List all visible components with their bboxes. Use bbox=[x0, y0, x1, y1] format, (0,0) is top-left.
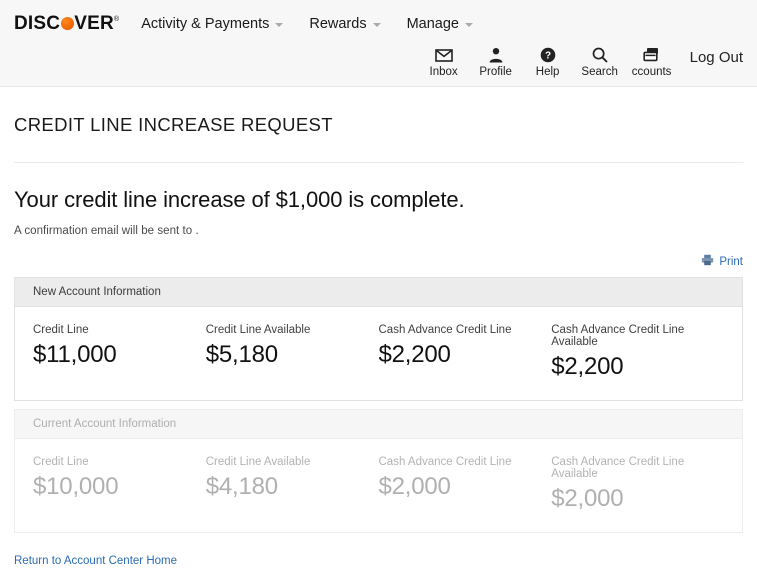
panel-new-account-information: New Account Information Credit Line $11,… bbox=[14, 277, 743, 402]
page-title: CREDIT LINE INCREASE REQUEST bbox=[14, 114, 333, 135]
field-credit-line-available: Credit Line Available $5,180 bbox=[206, 324, 379, 379]
field-label: Cash Advance Credit Line Available bbox=[551, 456, 685, 481]
field-value: $2,200 bbox=[378, 341, 451, 368]
utility-item-search[interactable]: Search bbox=[574, 46, 626, 79]
field-credit-line: Credit Line $11,000 bbox=[33, 324, 206, 379]
utility-item-label: Inbox bbox=[429, 66, 458, 78]
print-button[interactable]: Print bbox=[701, 254, 743, 269]
logo-text-before: DISC bbox=[14, 13, 61, 34]
field-label: Cash Advance Credit Line bbox=[378, 456, 512, 469]
site-header: DISC VER ® Activity & Payments Rewards M… bbox=[0, 0, 757, 87]
question-circle-icon: ? bbox=[540, 46, 556, 64]
print-label: Print bbox=[719, 255, 743, 268]
return-to-account-center-link[interactable]: Return to Account Center Home bbox=[14, 555, 177, 567]
panel-body: Credit Line $11,000 Credit Line Availabl… bbox=[15, 307, 742, 400]
chevron-down-icon bbox=[275, 22, 284, 27]
field-cash-advance-credit-line: Cash Advance Credit Line $2,000 bbox=[379, 456, 552, 511]
chevron-down-icon bbox=[464, 22, 473, 27]
field-label: Credit Line Available bbox=[205, 324, 311, 336]
utility-item-inbox[interactable]: Inbox bbox=[418, 46, 470, 79]
field-value: $2,000 bbox=[551, 485, 624, 513]
svg-text:?: ? bbox=[545, 51, 551, 62]
field-label: Credit Line Available bbox=[205, 456, 311, 469]
orange-ball-icon bbox=[60, 17, 74, 30]
utility-item-help[interactable]: ? Help bbox=[522, 46, 574, 79]
person-icon bbox=[488, 46, 504, 64]
utility-item-profile[interactable]: Profile bbox=[470, 46, 522, 79]
field-cash-advance-credit-line: Cash Advance Credit Line $2,200 bbox=[379, 324, 552, 379]
discover-logo[interactable]: DISC VER ® bbox=[14, 14, 119, 33]
field-value: $2,200 bbox=[551, 353, 624, 380]
nav-item-label: Rewards bbox=[309, 15, 367, 32]
card-stack-icon bbox=[643, 46, 660, 64]
nav-item-manage[interactable]: Manage bbox=[407, 16, 473, 32]
logout-button[interactable]: Log Out bbox=[690, 46, 743, 66]
utility-item-label: Profile bbox=[479, 66, 512, 78]
confirmation-email-prefix: A confirmation email will be sent to bbox=[14, 225, 193, 237]
logo-text-after: VER bbox=[74, 13, 114, 34]
utility-item-label: Search bbox=[581, 66, 618, 78]
print-row: Print bbox=[14, 254, 743, 269]
panel-body: Credit Line $10,000 Credit Line Availabl… bbox=[15, 439, 742, 532]
panel-current-account-information: Current Account Information Credit Line … bbox=[14, 409, 743, 534]
panel-heading: Current Account Information bbox=[15, 410, 742, 440]
utility-nav: Inbox Profile ? Help Search ccounts Log … bbox=[418, 46, 743, 79]
chevron-down-icon bbox=[372, 22, 381, 27]
field-label: Credit Line bbox=[33, 456, 89, 469]
search-icon bbox=[592, 46, 608, 64]
field-cash-advance-credit-line-available: Cash Advance Credit Line Available $2,20… bbox=[551, 324, 724, 379]
field-value: $11,000 bbox=[33, 341, 117, 368]
confirmation-email-line: A confirmation email will be sent to . bbox=[14, 225, 199, 237]
nav-item-label: Activity & Payments bbox=[141, 15, 270, 32]
field-credit-line-available: Credit Line Available $4,180 bbox=[206, 456, 379, 511]
field-value: $5,180 bbox=[205, 341, 278, 368]
utility-item-label: Help bbox=[535, 66, 560, 78]
field-value: $4,180 bbox=[205, 473, 278, 501]
page-content: CREDIT LINE INCREASE REQUEST Your credit… bbox=[0, 114, 757, 569]
utility-item-label: ccounts bbox=[631, 66, 672, 78]
confirmation-headline: Your credit line increase of $1,000 is c… bbox=[14, 187, 465, 212]
panel-heading: New Account Information bbox=[15, 278, 742, 307]
printer-icon bbox=[701, 254, 714, 269]
field-credit-line: Credit Line $10,000 bbox=[33, 456, 206, 511]
field-label: Cash Advance Credit Line Available bbox=[551, 324, 685, 348]
utility-item-accounts[interactable]: ccounts bbox=[626, 46, 678, 79]
title-divider bbox=[14, 162, 743, 163]
registered-mark: ® bbox=[113, 16, 120, 23]
field-value: $2,000 bbox=[378, 473, 451, 501]
nav-item-activity-payments[interactable]: Activity & Payments bbox=[141, 15, 284, 32]
field-cash-advance-credit-line-available: Cash Advance Credit Line Available $2,00… bbox=[551, 456, 724, 511]
envelope-icon bbox=[434, 46, 453, 64]
field-label: Credit Line bbox=[33, 324, 89, 336]
nav-item-label: Manage bbox=[406, 15, 459, 32]
primary-nav: DISC VER ® Activity & Payments Rewards M… bbox=[0, 0, 757, 37]
field-label: Cash Advance Credit Line bbox=[378, 324, 512, 336]
nav-item-rewards[interactable]: Rewards bbox=[309, 15, 381, 32]
field-value: $10,000 bbox=[33, 473, 119, 501]
